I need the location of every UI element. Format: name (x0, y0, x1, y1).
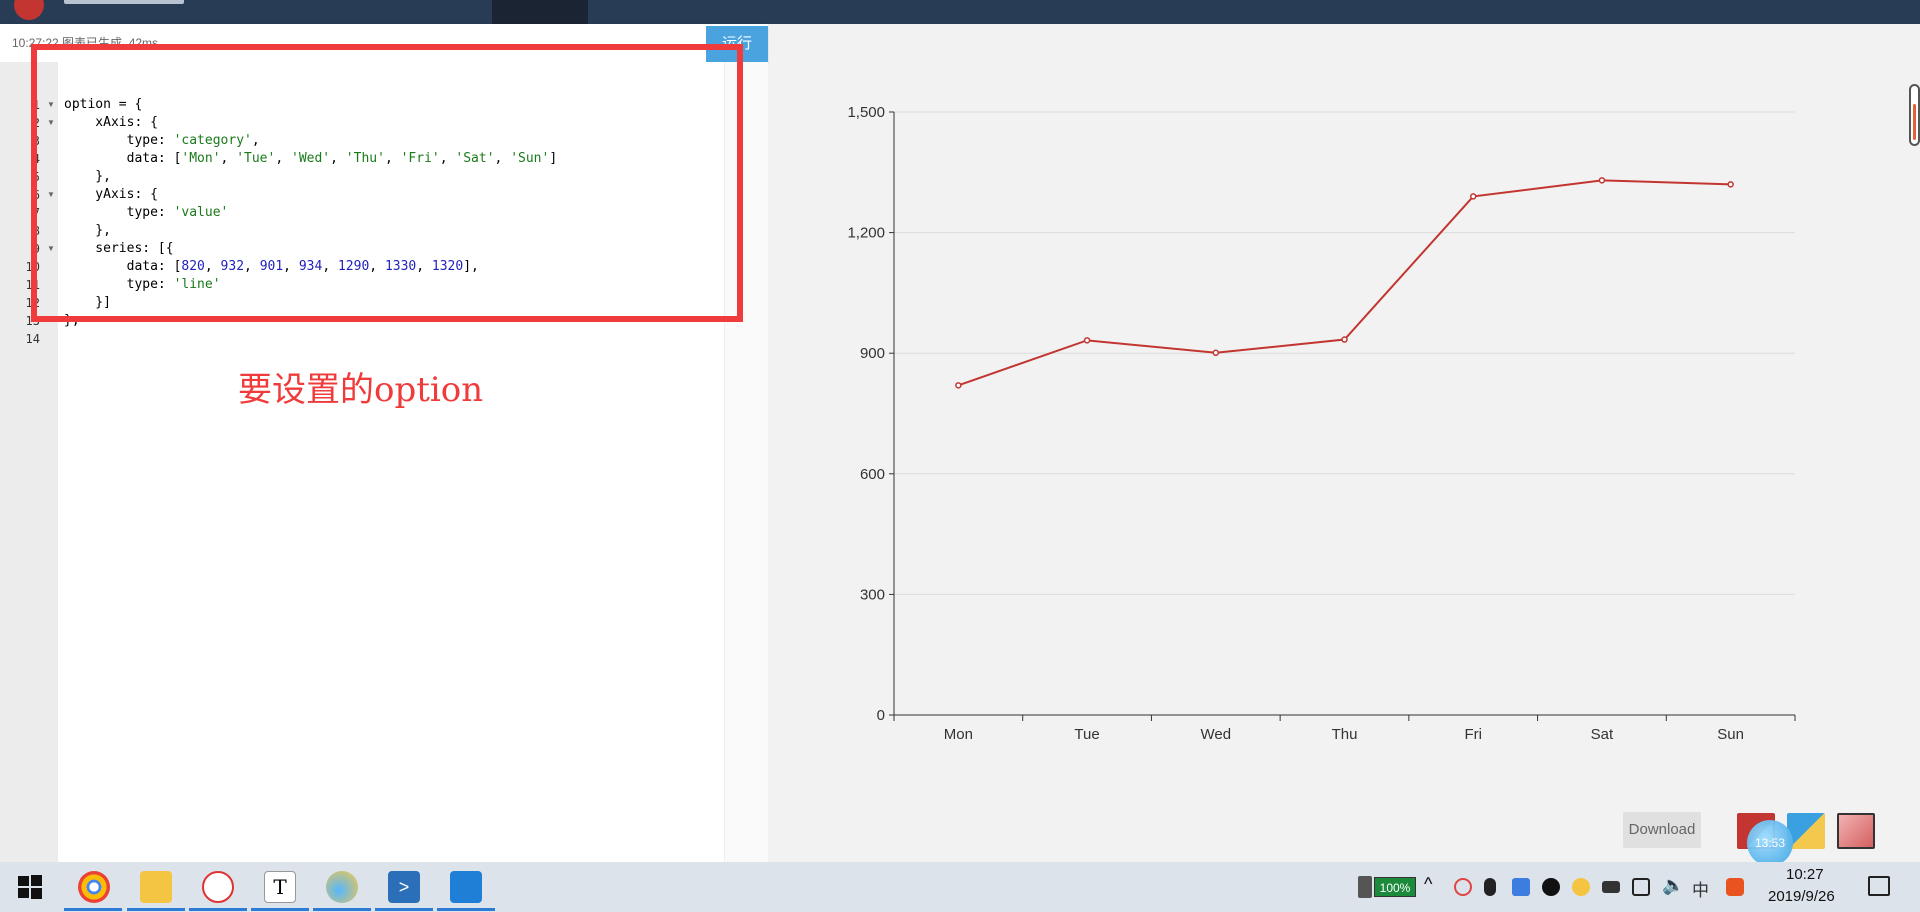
y-tick-label: 300 (860, 586, 885, 603)
app-logo-wordmark (64, 0, 184, 4)
y-tick-label: 1,200 (847, 225, 885, 242)
qq-icon[interactable] (1542, 878, 1560, 896)
microphone-icon[interactable] (1484, 878, 1496, 896)
swirl-app-icon[interactable] (202, 871, 234, 903)
x-tick-label: Sun (1717, 726, 1744, 743)
chart-preview-panel: 0 300 600 900 1,200 1,500 Mon Tue Wed Thu Fri Sat Su… (769, 24, 1920, 866)
line-chart: 0 300 600 900 1,200 1,500 Mon Tue Wed Thu Fri Sat Su… (847, 104, 1796, 743)
typora-active-indicator (251, 908, 309, 911)
x-tick-label: Mon (944, 726, 973, 743)
battery-indicator[interactable]: 100% (1374, 877, 1416, 897)
sogou-input-icon[interactable] (1726, 878, 1744, 896)
download-button[interactable]: Download (1623, 812, 1701, 848)
x-tick-label: Tue (1074, 726, 1099, 743)
scroll-indicator[interactable] (1909, 84, 1920, 146)
typora-icon[interactable]: T (264, 871, 296, 903)
weather-active-indicator (313, 908, 371, 911)
y-tick-label: 1,500 (847, 104, 885, 121)
volume-icon[interactable]: 🔈 (1662, 875, 1684, 896)
tray-device-icon[interactable] (1602, 881, 1620, 893)
powershell-active-indicator (375, 908, 433, 911)
annotation-highlight-box (31, 44, 743, 322)
tray-weather-icon[interactable] (1572, 878, 1590, 896)
windows-start-icon[interactable] (16, 873, 44, 901)
swirl-app-active-indicator (189, 908, 247, 911)
x-tick-label: Wed (1200, 726, 1231, 743)
explorer-active-indicator (127, 908, 185, 911)
data-point[interactable] (1341, 336, 1348, 343)
data-point[interactable] (1083, 337, 1091, 344)
chrome-active-indicator (64, 908, 122, 911)
windows-taskbar: T > 100% ^ 🔈 中 10:27 2019/9/26 (0, 862, 1920, 912)
top-bar-tab[interactable] (492, 0, 588, 24)
data-point[interactable] (1469, 193, 1477, 200)
power-plug-icon[interactable] (1358, 876, 1372, 898)
vscode-active-indicator (437, 908, 495, 911)
y-tick-label: 600 (860, 466, 885, 483)
annotation-label: 要设置的option (238, 370, 484, 410)
x-tick-label: Thu (1332, 726, 1358, 743)
network-icon[interactable] (1632, 878, 1650, 896)
series-line (958, 179, 1731, 387)
data-point[interactable] (955, 382, 962, 389)
x-tick-label: Sat (1591, 726, 1614, 743)
theme-thumbnail-rose[interactable] (1837, 813, 1875, 849)
y-tick-label: 0 (877, 707, 885, 724)
weather-app-icon[interactable] (326, 871, 358, 903)
vscode-icon[interactable] (450, 871, 482, 903)
file-explorer-icon[interactable] (140, 871, 172, 903)
notification-center-icon[interactable] (1868, 876, 1890, 896)
tray-blue-app-icon[interactable] (1512, 878, 1530, 896)
floating-clock-widget[interactable]: 13:53 (1747, 820, 1793, 866)
ime-indicator[interactable]: 中 (1692, 876, 1709, 901)
data-point[interactable] (1598, 177, 1606, 184)
line-number: 14 (25, 332, 40, 346)
chrome-icon[interactable] (78, 871, 110, 903)
app-logo (14, 0, 44, 20)
data-point[interactable] (1212, 349, 1220, 357)
clock-date[interactable]: 2019/9/26 (1768, 888, 1835, 905)
clock-time[interactable]: 10:27 (1786, 866, 1824, 883)
chevron-up-icon[interactable]: ^ (1424, 874, 1432, 895)
y-tick-label: 900 (860, 345, 885, 362)
screen: 10:27:22 图表已生成, 42ms 运行 1 ▼ 2 ▼ 3 4 5 6 ▼ 7 8 9 ▼ 10 1… (0, 0, 1920, 912)
scroll-indicator-thumb[interactable] (1913, 104, 1916, 140)
app-top-bar (0, 0, 1920, 24)
tray-app-icon[interactable] (1454, 878, 1472, 896)
x-tick-label: Fri (1464, 726, 1482, 743)
data-point[interactable] (1727, 181, 1734, 188)
powershell-icon[interactable]: > (388, 871, 420, 903)
